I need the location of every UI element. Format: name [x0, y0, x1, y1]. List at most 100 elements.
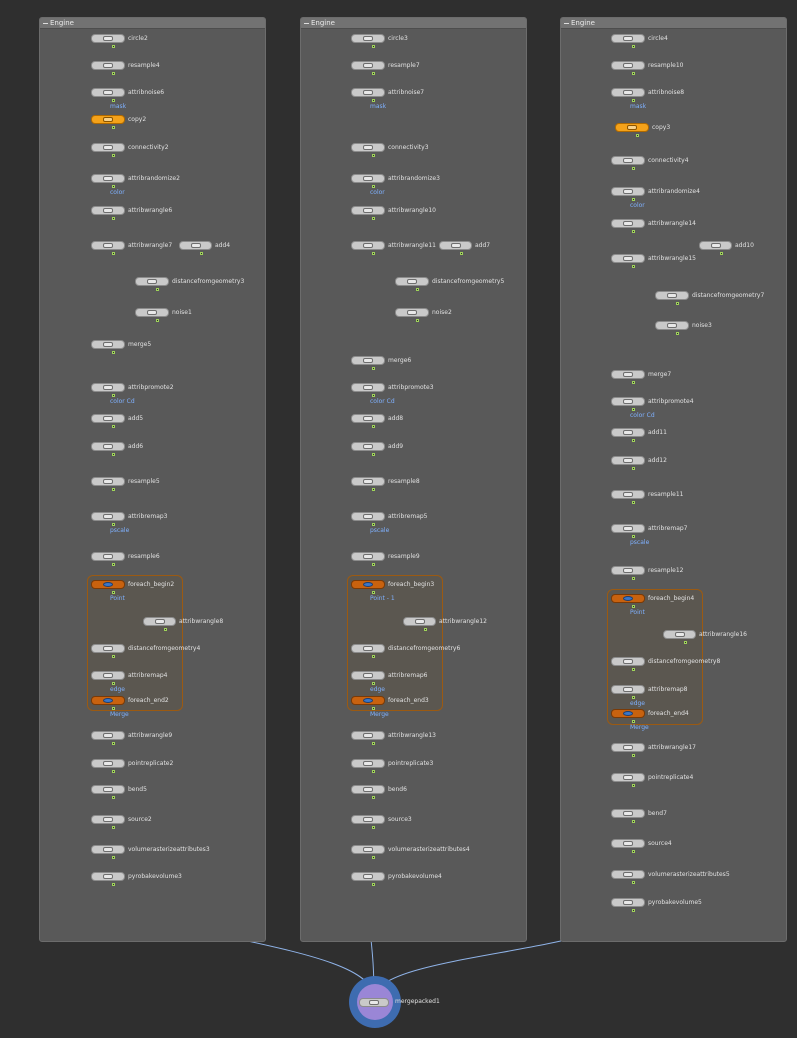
network-box-header[interactable]: Engine: [40, 18, 265, 29]
network-box-engine-3[interactable]: Engine: [560, 17, 787, 942]
node-flag-indicator[interactable]: [112, 45, 115, 48]
node-resample6[interactable]: [91, 552, 125, 561]
node-attribwrangle6[interactable]: [91, 206, 125, 215]
node-merge6[interactable]: [351, 356, 385, 365]
node-attribwrangle8[interactable]: [143, 617, 176, 626]
node-flag-indicator[interactable]: [372, 742, 375, 745]
node-flag-indicator[interactable]: [372, 45, 375, 48]
node-connectivity3[interactable]: [351, 143, 385, 152]
node-attribremap7[interactable]: [611, 524, 645, 533]
node-resample4[interactable]: [91, 61, 125, 70]
node-distancefromgeometry8[interactable]: [611, 657, 645, 666]
node-pointreplicate2[interactable]: [91, 759, 125, 768]
node-attribnoise6[interactable]: [91, 88, 125, 97]
node-flag-indicator[interactable]: [112, 655, 115, 658]
node-add9[interactable]: [351, 442, 385, 451]
node-noise1[interactable]: [135, 308, 169, 317]
collapse-icon[interactable]: [304, 22, 309, 24]
node-flag-indicator[interactable]: [372, 655, 375, 658]
node-resample11[interactable]: [611, 490, 645, 499]
node-flag-indicator[interactable]: [372, 796, 375, 799]
node-attribnoise7[interactable]: [351, 88, 385, 97]
node-flag-indicator[interactable]: [112, 99, 115, 102]
node-flag-indicator[interactable]: [372, 770, 375, 773]
node-circle3[interactable]: [351, 34, 385, 43]
node-flag-indicator[interactable]: [112, 523, 115, 526]
node-flag-indicator[interactable]: [112, 707, 115, 710]
node-flag-indicator[interactable]: [372, 394, 375, 397]
network-box-header[interactable]: Engine: [301, 18, 526, 29]
node-flag-indicator[interactable]: [372, 856, 375, 859]
node-bend7[interactable]: [611, 809, 645, 818]
node-flag-indicator[interactable]: [112, 856, 115, 859]
node-flag-indicator[interactable]: [112, 682, 115, 685]
node-flag-indicator[interactable]: [632, 605, 635, 608]
node-resample7[interactable]: [351, 61, 385, 70]
node-flag-indicator[interactable]: [372, 591, 375, 594]
node-attribwrangle12[interactable]: [403, 617, 436, 626]
node-attribremap5[interactable]: [351, 512, 385, 521]
node-attribwrangle13[interactable]: [351, 731, 385, 740]
node-flag-indicator[interactable]: [636, 134, 639, 137]
node-bend6[interactable]: [351, 785, 385, 794]
node-flag-indicator[interactable]: [112, 563, 115, 566]
node-flag-indicator[interactable]: [372, 707, 375, 710]
node-flag-indicator[interactable]: [112, 488, 115, 491]
node-attribremap6[interactable]: [351, 671, 385, 680]
node-attribrandomize2[interactable]: [91, 174, 125, 183]
node-attribnoise8[interactable]: [611, 88, 645, 97]
node-noise2[interactable]: [395, 308, 429, 317]
node-flag-indicator[interactable]: [632, 850, 635, 853]
node-flag-indicator[interactable]: [423, 628, 427, 631]
node-copy3[interactable]: [615, 123, 649, 132]
node-add11[interactable]: [611, 428, 645, 437]
node-flag-indicator[interactable]: [372, 367, 375, 370]
node-attribwrangle16[interactable]: [663, 630, 696, 639]
node-flag-indicator[interactable]: [112, 425, 115, 428]
node-pyrobakevolume5[interactable]: [611, 898, 645, 907]
node-flag-indicator[interactable]: [112, 453, 115, 456]
node-flag-indicator[interactable]: [163, 628, 167, 631]
node-connectivity2[interactable]: [91, 143, 125, 152]
node-flag-indicator[interactable]: [632, 881, 635, 884]
node-flag-indicator[interactable]: [112, 883, 115, 886]
node-flag-indicator[interactable]: [632, 501, 635, 504]
node-noise3[interactable]: [655, 321, 689, 330]
node-flag-indicator[interactable]: [632, 198, 635, 201]
node-flag-indicator[interactable]: [632, 909, 635, 912]
node-attribrandomize4[interactable]: [611, 187, 645, 196]
node-distancefromgeometry7[interactable]: [655, 291, 689, 300]
node-flag-indicator[interactable]: [372, 563, 375, 566]
node-flag-indicator[interactable]: [632, 230, 635, 233]
node-source2[interactable]: [91, 815, 125, 824]
node-flag-indicator[interactable]: [632, 696, 635, 699]
node-merge7[interactable]: [611, 370, 645, 379]
node-flag-indicator[interactable]: [632, 99, 635, 102]
node-flag-indicator[interactable]: [632, 467, 635, 470]
node-attribremap8[interactable]: [611, 685, 645, 694]
node-pointreplicate4[interactable]: [611, 773, 645, 782]
node-foreach_end4[interactable]: [611, 709, 645, 718]
collapse-icon[interactable]: [564, 22, 569, 24]
node-flag-indicator[interactable]: [676, 332, 679, 335]
node-foreach_begin2[interactable]: [91, 580, 125, 589]
node-mergepacked1[interactable]: [359, 998, 389, 1007]
node-add12[interactable]: [611, 456, 645, 465]
node-flag-indicator[interactable]: [459, 252, 463, 255]
node-flag-indicator[interactable]: [372, 185, 375, 188]
node-attribwrangle7[interactable]: [91, 241, 125, 250]
collapse-icon[interactable]: [43, 22, 48, 24]
node-flag-indicator[interactable]: [156, 288, 159, 291]
node-add8[interactable]: [351, 414, 385, 423]
node-flag-indicator[interactable]: [632, 408, 635, 411]
node-add4[interactable]: [179, 241, 212, 250]
node-flag-indicator[interactable]: [632, 754, 635, 757]
node-distancefromgeometry3[interactable]: [135, 277, 169, 286]
node-flag-indicator[interactable]: [416, 319, 419, 322]
node-flag-indicator[interactable]: [683, 641, 687, 644]
node-volumerasterizeattributes4[interactable]: [351, 845, 385, 854]
node-foreach_end3[interactable]: [351, 696, 385, 705]
node-flag-indicator[interactable]: [719, 252, 723, 255]
node-flag-indicator[interactable]: [632, 820, 635, 823]
network-box-header[interactable]: Engine: [561, 18, 786, 29]
